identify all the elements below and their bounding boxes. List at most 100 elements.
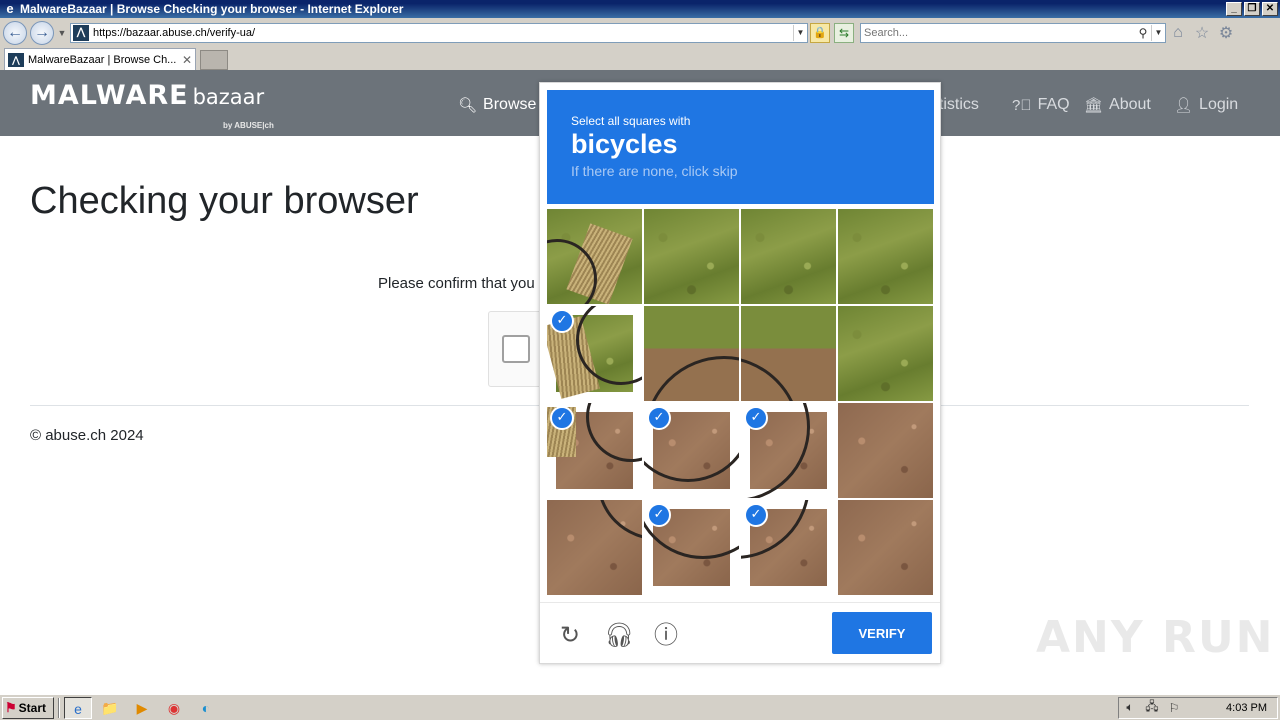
- clock[interactable]: 4:03 PM: [1226, 702, 1267, 714]
- verify-button[interactable]: VERIFY: [832, 612, 932, 654]
- windows-flag-icon: ⚑: [5, 699, 17, 715]
- check-icon: ✓: [647, 406, 671, 430]
- user-icon: 👤︎: [1174, 97, 1194, 114]
- new-tab-button[interactable]: [200, 50, 228, 70]
- image-tile-4[interactable]: [838, 209, 933, 304]
- close-window-button[interactable]: ✕: [1262, 2, 1278, 16]
- image-tile-3[interactable]: [741, 209, 836, 304]
- nav-login-label: Login: [1199, 96, 1239, 113]
- confirm-text: Please confirm that you: [378, 275, 535, 292]
- address-text[interactable]: https://bazaar.abuse.ch/verify-ua/: [93, 27, 793, 39]
- watermark: ANY RUN: [1036, 612, 1275, 663]
- lock-icon[interactable]: 🔒: [810, 23, 830, 43]
- image-tile-10[interactable]: ✓: [644, 403, 739, 498]
- check-icon: ✓: [647, 503, 671, 527]
- window-title: MalwareBazaar | Browse Checking your bro…: [20, 2, 404, 16]
- image-tile-14[interactable]: ✓: [644, 500, 739, 595]
- tile-image: [741, 209, 836, 304]
- image-tile-12[interactable]: [838, 403, 933, 498]
- check-icon: ✓: [550, 406, 574, 430]
- back-button[interactable]: ←: [3, 21, 27, 45]
- image-tile-13[interactable]: [547, 500, 642, 595]
- info-icon[interactable]: ⓘ: [652, 621, 680, 649]
- volume-icon[interactable]: 🔈︎: [1119, 700, 1141, 715]
- refresh-challenge-icon[interactable]: ↻: [556, 621, 584, 649]
- prompt-object: bicycles: [571, 129, 678, 159]
- tile-image: [741, 306, 836, 401]
- taskbar-explorer-icon[interactable]: 📁: [96, 697, 124, 719]
- tab-close-icon[interactable]: ✕: [179, 53, 195, 67]
- nav-faq-label: FAQ: [1037, 96, 1070, 113]
- nav-about-label: About: [1109, 96, 1151, 113]
- start-button[interactable]: ⚑ Start: [2, 696, 54, 719]
- image-tile-6[interactable]: [644, 306, 739, 401]
- address-dropdown[interactable]: ▼: [793, 25, 807, 41]
- image-tile-7[interactable]: [741, 306, 836, 401]
- history-dropdown[interactable]: ▼: [56, 28, 68, 38]
- tile-image: [644, 209, 739, 304]
- brand-by-abuse: by ABUSE|ch: [223, 121, 274, 130]
- image-tile-11[interactable]: ✓: [741, 403, 836, 498]
- search-dropdown[interactable]: ▼: [1151, 25, 1165, 41]
- prompt-line: Select all squares with: [571, 114, 691, 128]
- address-field[interactable]: ⋀ https://bazaar.abuse.ch/verify-ua/ ▼: [70, 23, 808, 43]
- site-favicon-icon: ⋀: [73, 25, 89, 41]
- taskbar-media-icon[interactable]: ▶: [128, 697, 156, 719]
- search-input[interactable]: [861, 27, 1135, 39]
- tile-image: [838, 209, 933, 304]
- tile-image: [644, 306, 739, 401]
- image-tile-2[interactable]: [644, 209, 739, 304]
- tile-image: [838, 306, 933, 401]
- headphones-icon[interactable]: 🎧︎: [604, 621, 634, 649]
- taskbar: ⚑ Start e 📁 ▶ ◉ ◐ 🔈︎ 🖧 ⚐ 4:03 PM: [0, 694, 1280, 720]
- image-tile-16[interactable]: [838, 500, 933, 595]
- nav-about[interactable]: 🏛︎ About: [1084, 96, 1151, 114]
- captcha-challenge: Select all squares with bicycles If ther…: [539, 82, 941, 664]
- brand-bazaar: bazaar: [192, 85, 265, 109]
- search-icon: 🔍︎: [458, 97, 478, 114]
- gear-icon[interactable]: ⚙: [1214, 23, 1238, 43]
- image-grid: ✓ ✓ ✓ ✓ ✓ ✓: [547, 209, 934, 596]
- network-icon[interactable]: 🖧: [1141, 697, 1163, 718]
- institution-icon: 🏛︎: [1084, 97, 1104, 114]
- home-icon[interactable]: ⌂: [1166, 24, 1190, 42]
- taskbar-chrome-icon[interactable]: ◉: [160, 697, 188, 719]
- challenge-footer-divider: [540, 602, 940, 603]
- maximize-button[interactable]: ❐: [1244, 2, 1260, 16]
- image-tile-5[interactable]: ✓: [547, 306, 642, 401]
- nav-browse-label: Browse: [483, 96, 537, 113]
- nav-browse[interactable]: 🔍︎ Browse: [458, 96, 536, 114]
- ie-icon: e: [6, 1, 14, 16]
- search-icon[interactable]: ⚲: [1135, 26, 1151, 40]
- tab-strip: ⋀ MalwareBazaar | Browse Ch... ✕: [0, 48, 1280, 70]
- check-icon: ✓: [744, 406, 768, 430]
- minimize-button[interactable]: _: [1226, 2, 1242, 16]
- taskbar-ie-icon[interactable]: e: [64, 696, 92, 719]
- refresh-icon[interactable]: ⇆: [834, 23, 854, 43]
- image-tile-15[interactable]: ✓: [741, 500, 836, 595]
- system-tray: 🔈︎ 🖧 ⚐ 4:03 PM: [1118, 696, 1278, 719]
- site-favicon-icon: ⋀: [8, 52, 24, 67]
- back-icon: ←: [7, 24, 23, 41]
- star-icon[interactable]: ☆: [1190, 23, 1214, 43]
- search-field[interactable]: ⚲ ▼: [860, 23, 1166, 43]
- check-icon: ✓: [744, 503, 768, 527]
- tile-image: [838, 500, 933, 595]
- nav-faq[interactable]: ?⃝ FAQ: [1012, 96, 1070, 114]
- tile-image: [547, 500, 642, 595]
- image-tile-9[interactable]: ✓: [547, 403, 642, 498]
- forward-icon: →: [34, 24, 50, 41]
- image-tile-8[interactable]: [838, 306, 933, 401]
- image-tile-1[interactable]: [547, 209, 642, 304]
- prompt-hint: If there are none, click skip: [571, 163, 738, 179]
- question-circle-icon: ?⃝: [1012, 96, 1032, 114]
- challenge-prompt: Select all squares with bicycles If ther…: [547, 90, 934, 204]
- tab-malwarebazaar[interactable]: ⋀ MalwareBazaar | Browse Ch... ✕: [4, 48, 196, 70]
- taskbar-separator: [58, 697, 60, 718]
- nav-login[interactable]: 👤︎ Login: [1174, 96, 1238, 114]
- captcha-checkbox[interactable]: [502, 335, 530, 363]
- flag-icon[interactable]: ⚐: [1163, 701, 1185, 715]
- forward-button[interactable]: →: [30, 21, 54, 45]
- taskbar-edge-icon[interactable]: ◐: [192, 697, 220, 719]
- brand-logo[interactable]: MALWARE bazaar by ABUSE|ch: [30, 80, 274, 130]
